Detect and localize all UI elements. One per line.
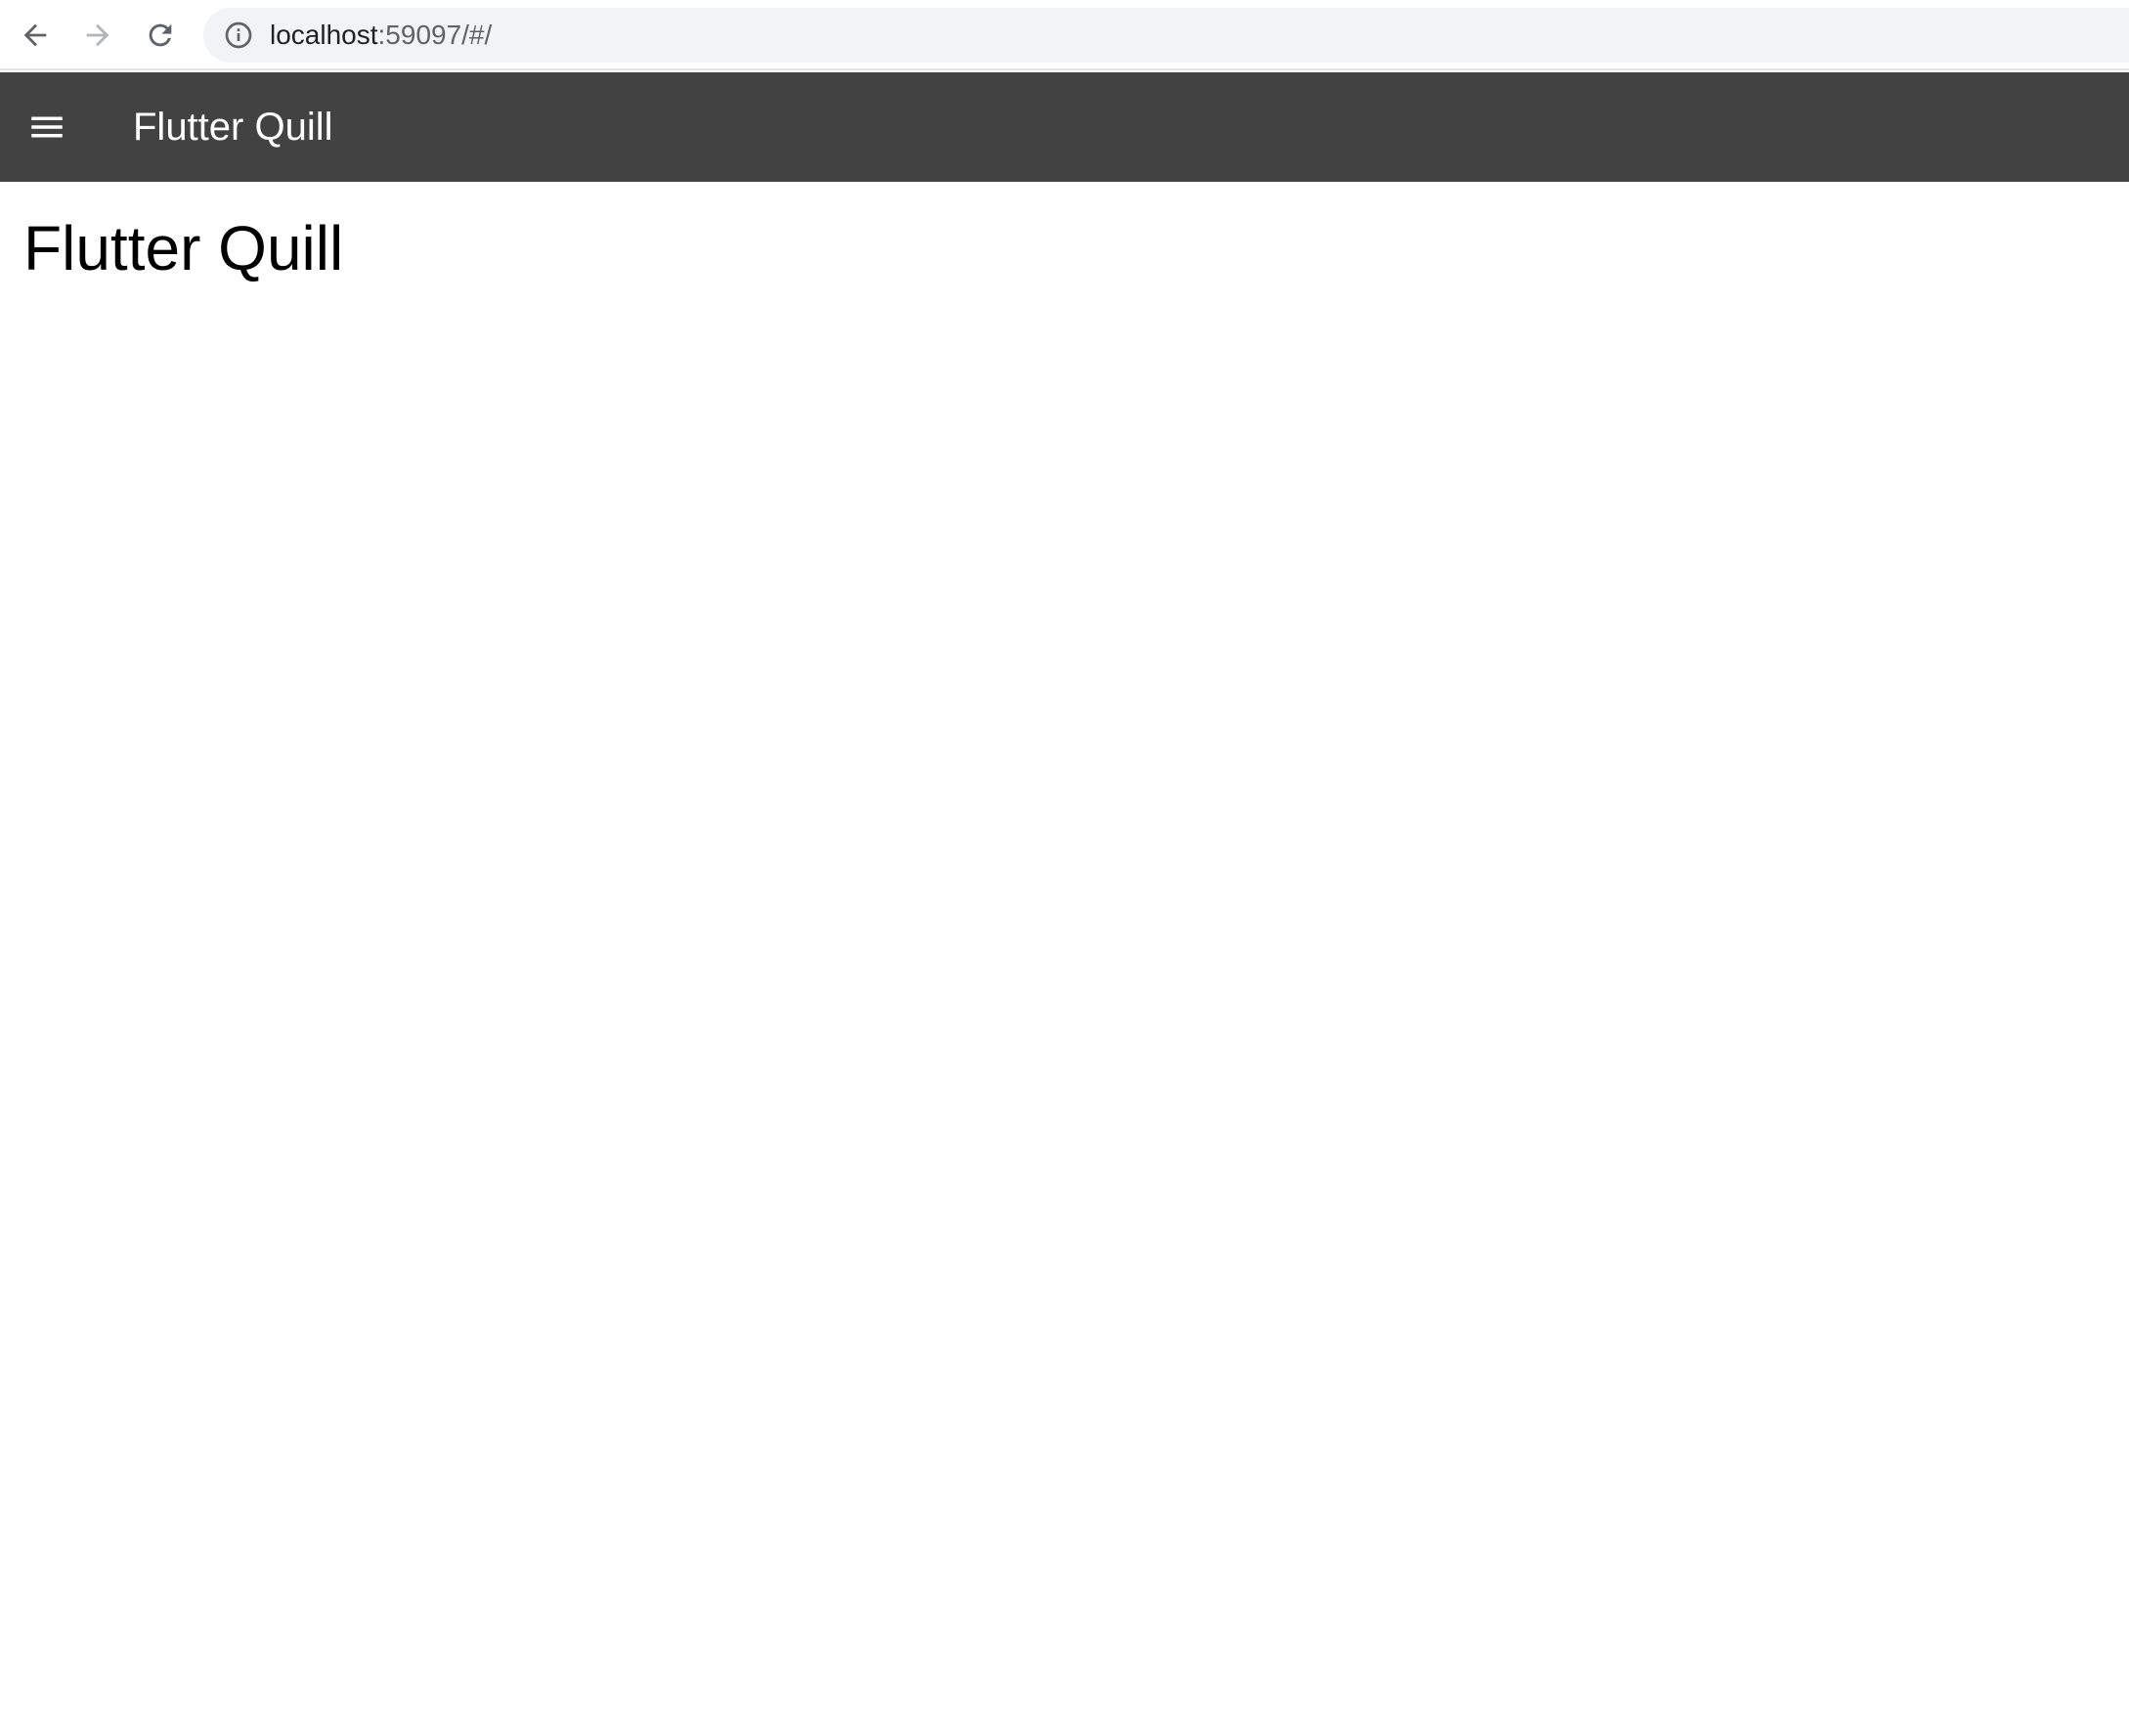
- app-bar-title: Flutter Quill: [133, 106, 333, 149]
- back-button[interactable]: [8, 8, 63, 63]
- hamburger-menu-icon: [31, 116, 63, 138]
- reload-icon: [149, 23, 172, 47]
- url-text[interactable]: localhost:59097/#/: [270, 8, 492, 63]
- reload-button[interactable]: [133, 8, 188, 63]
- address-bar[interactable]: localhost:59097/#/: [203, 8, 2129, 63]
- info-circle-icon[interactable]: [223, 20, 254, 51]
- app-bar: Flutter Quill: [0, 72, 2129, 182]
- url-host: localhost: [270, 20, 378, 50]
- url-path: :59097/#/: [377, 20, 493, 50]
- main-content: Flutter Quill: [0, 182, 2129, 1736]
- arrow-left-icon: [23, 23, 47, 47]
- menu-button[interactable]: [16, 96, 78, 158]
- page-heading: Flutter Quill: [23, 213, 344, 283]
- arrow-right-icon: [86, 23, 109, 47]
- browser-toolbar: localhost:59097/#/: [0, 0, 2129, 70]
- forward-button[interactable]: [70, 8, 125, 63]
